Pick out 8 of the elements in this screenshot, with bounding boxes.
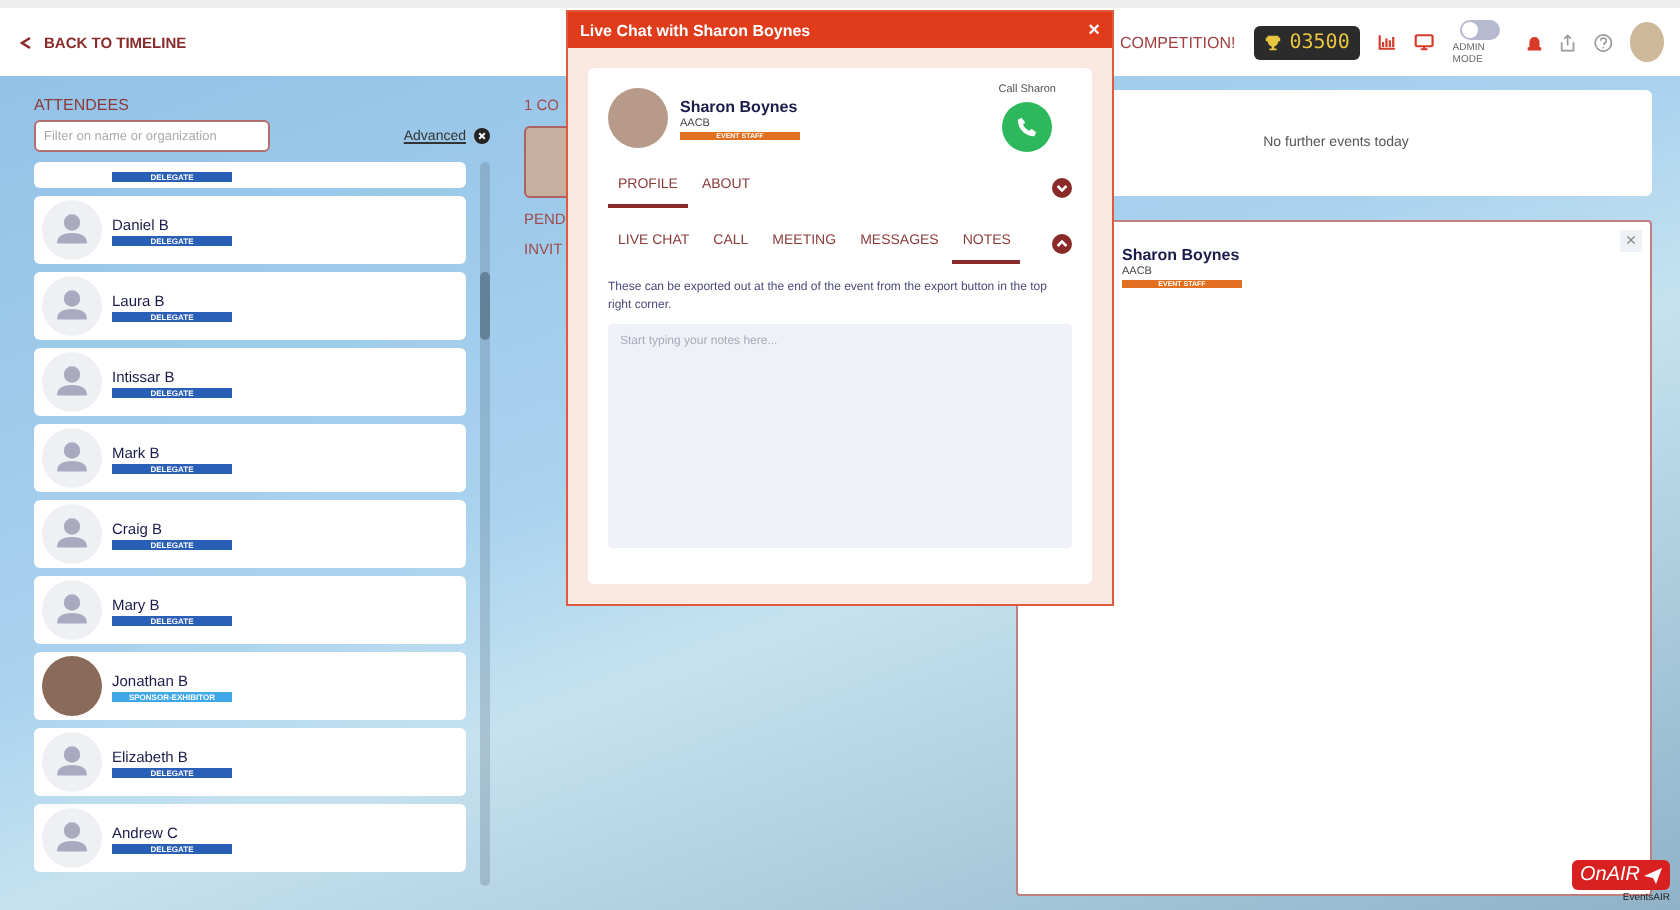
profile-name: Sharon Boynes	[1122, 246, 1242, 264]
profile-name: Sharon Boynes	[680, 97, 800, 115]
dialog-title: Live Chat with Sharon Boynes	[580, 21, 811, 39]
attendees-heading: ATTENDEES	[34, 96, 131, 114]
onair-logo: OnAIR	[1571, 860, 1670, 890]
competition-label: COMPETITION!	[1119, 33, 1236, 51]
close-button[interactable]: ×	[1088, 19, 1100, 41]
score-badge[interactable]: 03500	[1253, 25, 1360, 59]
